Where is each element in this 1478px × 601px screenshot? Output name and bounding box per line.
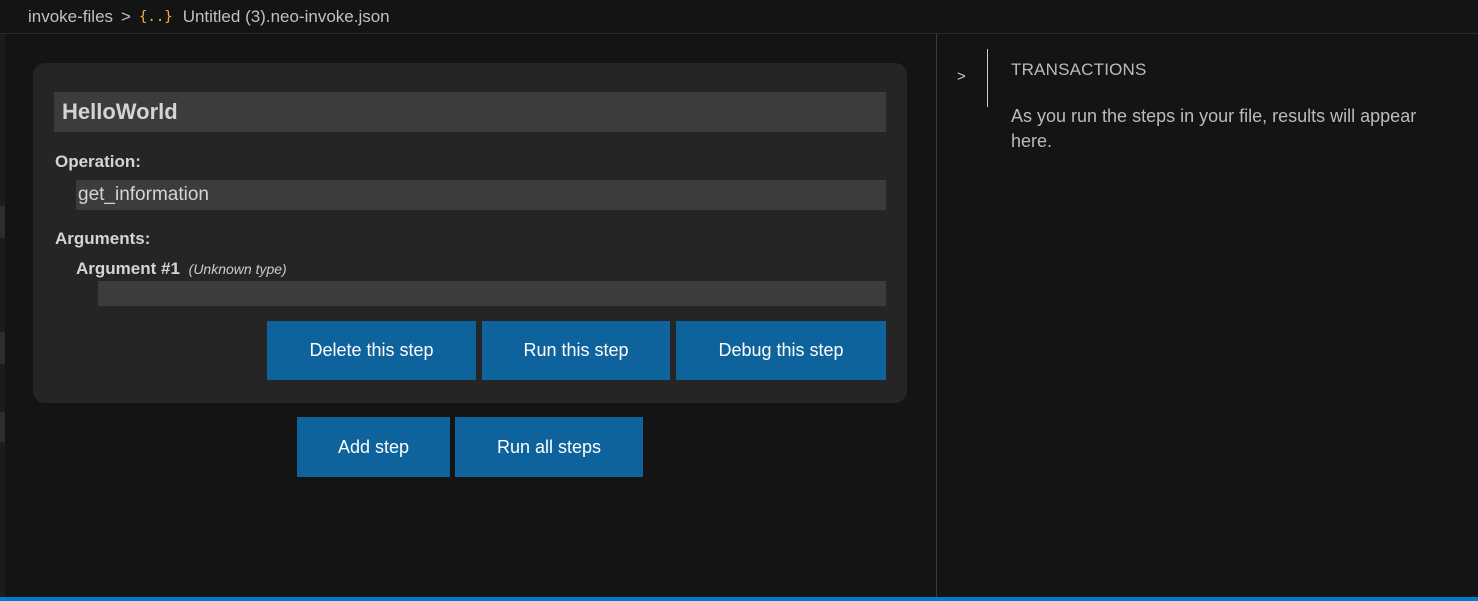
status-bar [0,597,1478,601]
run-step-button[interactable]: Run this step [482,321,670,380]
argument-type: (Unknown type) [188,261,287,277]
run-all-steps-button[interactable]: Run all steps [455,417,643,477]
breadcrumb: invoke-files > {..} Untitled (3).neo-inv… [0,0,1478,34]
chevron-right-icon[interactable]: > [957,68,966,85]
step-card: HelloWorld Operation: get_information Ar… [33,63,907,403]
transactions-divider [987,49,988,107]
argument-input[interactable] [98,281,886,306]
transactions-title: TRANSACTIONS [1011,60,1147,79]
transactions-message: As you run the steps in your file, resul… [1011,106,1417,151]
argument-label: Argument #1 (Unknown type) [76,259,287,279]
arguments-label: Arguments: [55,229,151,248]
operation-input[interactable]: get_information [76,180,886,210]
argument-name: Argument #1 [76,259,180,278]
add-step-button[interactable]: Add step [297,417,450,477]
operation-label: Operation: [55,152,141,171]
invoke-editor: HelloWorld Operation: get_information Ar… [5,34,936,597]
breadcrumb-folder[interactable]: invoke-files [28,7,113,27]
debug-step-button[interactable]: Debug this step [676,321,886,380]
json-file-icon: {..} [138,8,173,25]
step-name-input[interactable]: HelloWorld [54,92,886,132]
delete-step-button[interactable]: Delete this step [267,321,476,380]
transactions-panel: > TRANSACTIONS As you run the steps in y… [937,34,1478,597]
chevron-right-icon: > [121,6,131,26]
breadcrumb-file[interactable]: Untitled (3).neo-invoke.json [183,7,390,27]
